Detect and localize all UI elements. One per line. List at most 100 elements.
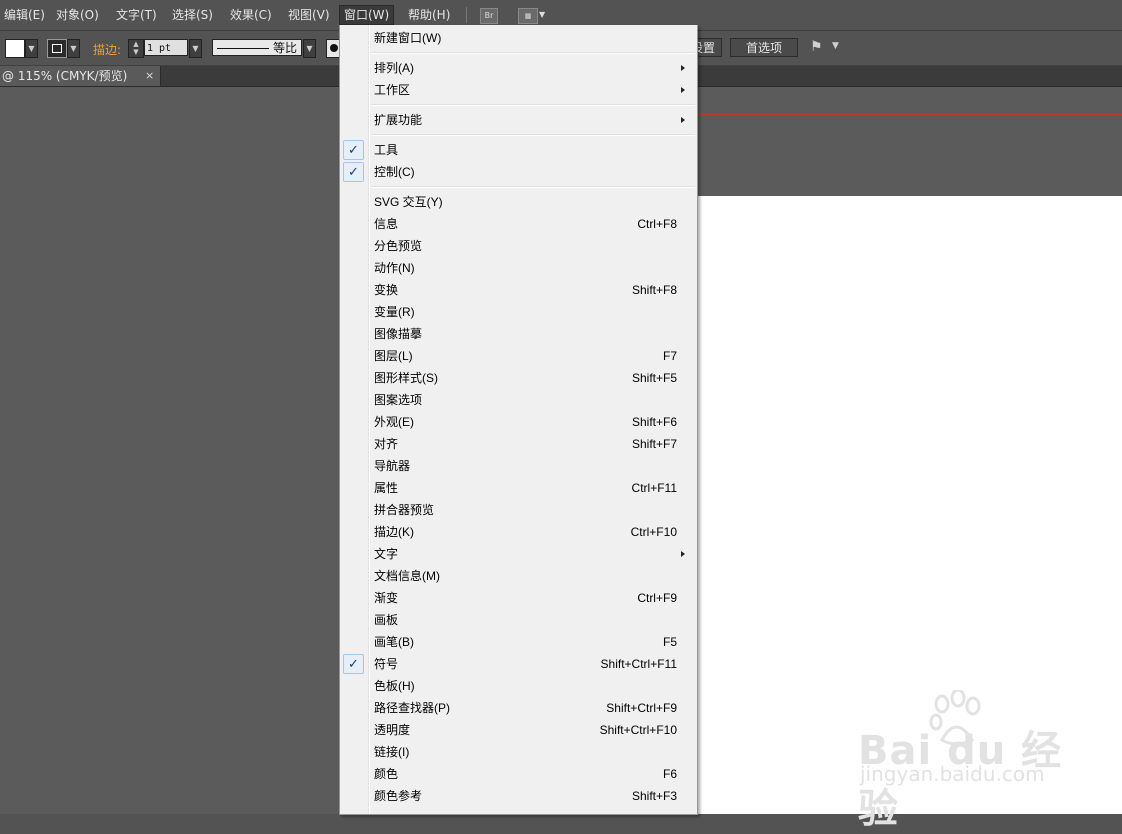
menu-item[interactable]: 文字 [340,543,697,565]
submenu-arrow-icon [681,65,685,71]
menu-item-shortcut: Ctrl+F8 [637,217,677,231]
menu-edit[interactable]: 编辑(E) [0,6,49,24]
document-tab-title: @ 115% (CMYK/预览) [2,69,128,83]
menu-item-shortcut: Shift+Ctrl+F9 [606,701,677,715]
variable-width-profile-select[interactable]: 等比 [212,39,302,56]
menu-view[interactable]: 视图(V) [284,6,334,24]
menu-item[interactable]: 图形样式(S) Shift+F5 [340,367,697,389]
menubar-divider [466,7,467,23]
menu-item-shortcut: F7 [662,349,677,363]
menu-separator [371,186,695,188]
menu-item-shortcut: Shift+F6 [631,415,677,429]
menu-item[interactable]: 扩展功能 [340,109,697,131]
menu-item[interactable]: ✓ 控制(C) [340,161,697,183]
menu-item[interactable]: 图像描摹 [340,323,697,345]
menu-item-shortcut: Shift+F5 [631,371,677,385]
menu-item[interactable]: 描边(K) Ctrl+F10 [340,521,697,543]
flag-icon[interactable]: ⚑ [810,39,823,55]
menu-item[interactable]: 排列(A) [340,57,697,79]
stroke-dropdown[interactable]: ▼ [67,39,80,58]
menu-object[interactable]: 对象(O) [52,6,103,24]
menu-item-label: 链接(I) [374,745,410,759]
profile-dropdown[interactable]: ▼ [303,39,316,58]
menu-item[interactable]: ✓ 符号 Shift+Ctrl+F11 [340,653,697,675]
menu-type[interactable]: 文字(T) [112,6,161,24]
menu-item[interactable]: 图案选项 [340,389,697,411]
menu-item[interactable]: 颜色参考 Shift+F3 [340,785,697,807]
menu-item[interactable]: 路径查找器(P) Shift+Ctrl+F9 [340,697,697,719]
menu-item-shortcut: Shift+F3 [631,789,677,803]
menu-item-label: 工具 [374,143,399,157]
fill-swatch[interactable] [5,39,25,58]
stroke-label[interactable]: 描边: [93,41,121,58]
menu-help[interactable]: 帮助(H) [404,6,454,24]
menu-item[interactable]: 工作区 [340,79,697,101]
checkmark-icon: ✓ [343,140,364,160]
menu-item-label: 属性 [374,481,399,495]
stroke-weight-spinner[interactable]: ▲ ▼ [128,39,144,58]
menu-item[interactable]: 对齐 Shift+F7 [340,433,697,455]
menu-item[interactable]: 画板 [340,609,697,631]
menu-item[interactable]: 外观(E) Shift+F6 [340,411,697,433]
menu-item-label: 透明度 [374,723,411,737]
menu-item-label: 描边(K) [374,525,414,539]
menu-item-shortcut: Ctrl+F9 [637,591,677,605]
preferences-button[interactable]: 首选项 [730,38,798,57]
menu-item[interactable]: 动作(N) [340,257,697,279]
menu-item[interactable]: 变换 Shift+F8 [340,279,697,301]
stroke-weight-dropdown[interactable]: ▼ [189,39,202,58]
stroke-swatch[interactable] [47,39,67,58]
menu-item-label: 色板(H) [374,679,415,693]
menu-item[interactable]: 色板(H) [340,675,697,697]
menu-item[interactable]: 画笔(B) F5 [340,631,697,653]
menu-item[interactable]: 变量(R) [340,301,697,323]
menu-item-label: 画板 [374,613,399,627]
menu-item-shortcut: Ctrl+F11 [631,481,677,495]
menu-item-label: 外观(E) [374,415,414,429]
menu-item[interactable]: 属性 Ctrl+F11 [340,477,697,499]
menu-item[interactable]: 链接(I) [340,741,697,763]
menu-item[interactable]: 拼合器预览 [340,499,697,521]
menu-item-label: 变量(R) [374,305,415,319]
menu-item-label: 信息 [374,217,399,231]
menu-item[interactable]: 渐变 Ctrl+F9 [340,587,697,609]
menu-item-label: 图案选项 [374,393,423,407]
menu-item[interactable]: 透明度 Shift+Ctrl+F10 [340,719,697,741]
menu-item[interactable]: 导航器 [340,455,697,477]
fill-dropdown[interactable]: ▼ [25,39,38,58]
watermark-url: jingyan.baidu.com [860,762,1045,786]
chevron-down-icon[interactable]: ▼ [832,41,839,51]
menu-item-label: 图层(L) [374,349,413,363]
menu-item[interactable]: 图层(L) F7 [340,345,697,367]
workspace-layout-icon[interactable]: ▦ [518,8,538,24]
menu-item[interactable]: 颜色 F6 [340,763,697,785]
menu-item-label: 画笔(B) [374,635,414,649]
menu-item[interactable]: 分色预览 [340,235,697,257]
menu-item-label: 排列(A) [374,61,414,75]
checkmark-icon: ✓ [343,162,364,182]
menu-item[interactable]: 文档信息(M) [340,565,697,587]
menu-item-shortcut: Shift+Ctrl+F11 [600,657,677,671]
stroke-weight-input[interactable]: 1 pt [144,39,188,56]
bridge-icon[interactable]: Br [480,8,498,24]
menu-separator [371,134,695,136]
menu-item[interactable]: ✓ 工具 [340,139,697,161]
menu-item-label: 颜色参考 [374,789,423,803]
baidu-watermark: Bai du 经验 jingyan.baidu.com [858,690,1078,832]
close-icon[interactable]: × [145,66,154,86]
menu-item-label: 文档信息(M) [374,569,440,583]
menu-effect[interactable]: 效果(C) [226,6,276,24]
menu-item[interactable]: SVG 交互(Y) [340,191,697,213]
menu-separator [371,52,695,54]
menu-window[interactable]: 窗口(W) [339,5,395,25]
menu-item-label: 变换 [374,283,399,297]
chevron-down-icon[interactable]: ▼ [539,10,545,19]
menu-item-label: 导航器 [374,459,411,473]
menu-item[interactable]: 新建窗口(W) [340,27,697,49]
document-tab[interactable]: @ 115% (CMYK/预览) × [0,66,161,86]
profile-label: 等比 [272,41,297,55]
menu-item-label: SVG 交互(Y) [374,195,443,209]
menu-item-label: 新建窗口(W) [374,31,442,45]
menu-item[interactable]: 信息 Ctrl+F8 [340,213,697,235]
menu-select[interactable]: 选择(S) [168,6,217,24]
